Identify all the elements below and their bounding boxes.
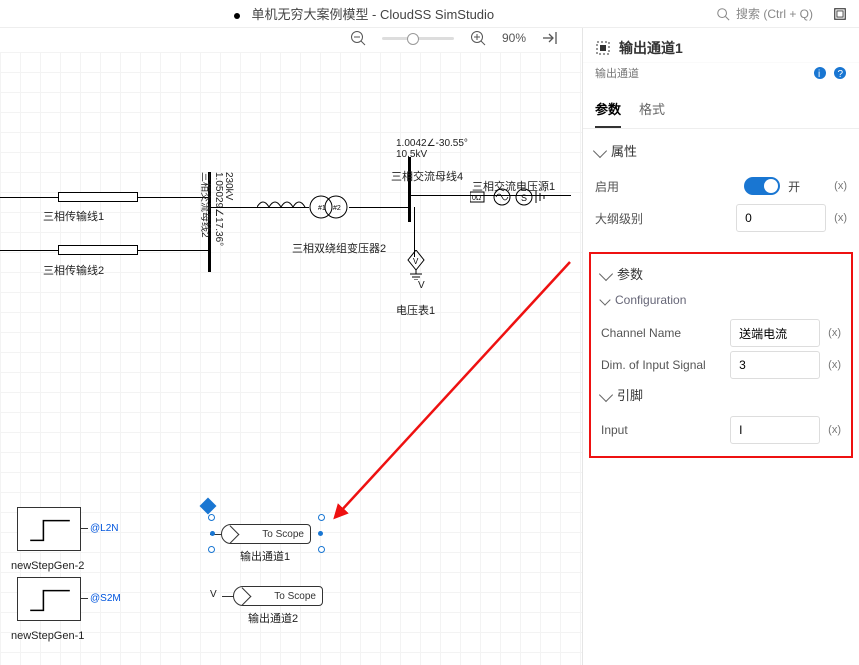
search-placeholder: 搜索 (Ctrl + Q) [736, 5, 813, 22]
label-bus2: 三相交流母线2 [199, 172, 214, 238]
label-bus4-voltage: 10.5kV [396, 149, 427, 160]
component-vsource[interactable]: 0Ω S [470, 188, 550, 206]
help-icon[interactable]: ? [833, 66, 847, 80]
close-dim-icon[interactable]: (x) [828, 359, 841, 371]
zoom-slider[interactable] [382, 37, 454, 40]
svg-text:#2: #2 [333, 205, 341, 212]
label-stepgen2: newStepGen-1 [11, 630, 84, 642]
port-output-channel-2: V [210, 589, 217, 600]
toggle-enable[interactable] [744, 177, 780, 195]
panel-title: 输出通道1 [619, 38, 683, 58]
chevron-down-icon [599, 294, 610, 305]
component-output-channel-1[interactable]: To Scope [221, 524, 311, 544]
section-pins[interactable]: 引脚 [601, 385, 841, 404]
highlighted-params-box: 参数 Configuration Channel Name (x) Dim. o… [589, 252, 853, 458]
section-configuration[interactable]: Configuration [601, 293, 841, 307]
inductor-icon [257, 200, 307, 214]
input-channel-name[interactable] [730, 319, 820, 347]
component-tline1[interactable] [58, 192, 138, 202]
rotate-handle-icon[interactable] [200, 498, 217, 515]
close-channel-name-icon[interactable]: (x) [828, 327, 841, 339]
output-channel-icon [595, 40, 611, 56]
search-input[interactable]: 搜索 (Ctrl + Q) [716, 5, 847, 22]
port-stepgen2[interactable]: @S2M [90, 593, 121, 604]
component-output-channel-2[interactable]: To Scope [233, 586, 323, 606]
svg-text:i: i [818, 69, 820, 80]
chevron-down-icon [599, 266, 613, 280]
properties-panel: 输出通道1 输出通道 i ? 参数 格式 属性 启用 开 (x) 大纲级别 (x… [582, 28, 859, 665]
label-stepgen1: newStepGen-2 [11, 560, 84, 572]
input-pin[interactable] [730, 416, 820, 444]
chevron-down-icon [599, 387, 613, 401]
port-stepgen1[interactable]: @L2N [90, 523, 119, 534]
close-outline-icon[interactable]: (x) [834, 212, 847, 224]
search-icon [716, 7, 730, 21]
component-stepgen2[interactable] [17, 577, 81, 621]
label-bus4: 三相交流母线4 [391, 168, 463, 184]
fullscreen-icon[interactable] [833, 7, 847, 21]
panel-subtitle: 输出通道 [595, 65, 639, 81]
svg-text:S: S [521, 193, 527, 203]
dirty-dot-icon [234, 13, 240, 19]
panel-tabs: 参数 格式 [583, 89, 859, 129]
close-enable-icon[interactable]: (x) [834, 180, 847, 192]
enable-state: 开 [788, 178, 800, 195]
section-params[interactable]: 参数 [601, 264, 841, 283]
label-channel-name: Channel Name [601, 326, 722, 340]
label-bus4-angle: 1.0042∠-30.55° [396, 138, 468, 149]
label-pin-input: Input [601, 423, 722, 437]
input-outline-level[interactable] [736, 204, 826, 232]
input-dim[interactable] [730, 351, 820, 379]
svg-text:0Ω: 0Ω [472, 195, 481, 202]
tab-format[interactable]: 格式 [639, 89, 665, 128]
label-tline1: 三相传输线1 [43, 208, 104, 224]
svg-text:#1: #1 [318, 205, 326, 212]
label-dim-input: Dim. of Input Signal [601, 358, 722, 372]
label-outline-level: 大纲级别 [595, 210, 728, 227]
component-stepgen1[interactable] [17, 507, 81, 551]
label-output-channel-2: 输出通道2 [248, 610, 298, 626]
fit-icon[interactable] [542, 30, 558, 46]
component-transformer[interactable]: #1 #2 [309, 192, 349, 222]
label-tline2: 三相传输线2 [43, 262, 104, 278]
section-attributes[interactable]: 属性 [595, 141, 847, 160]
info-icon[interactable]: i [813, 66, 827, 80]
close-pin-icon[interactable]: (x) [828, 424, 841, 436]
zoom-out-icon[interactable] [350, 30, 366, 46]
chevron-down-icon [593, 143, 607, 157]
document-title: 单机无穷大案例模型 - CloudSS SimStudio [251, 7, 494, 22]
annotation-arrow-icon [330, 252, 580, 532]
component-bus4[interactable] [408, 157, 411, 222]
component-tline2[interactable] [58, 245, 138, 255]
label-enable: 启用 [595, 178, 736, 195]
zoom-in-icon[interactable] [470, 30, 486, 46]
label-output-channel-1: 输出通道1 [240, 548, 290, 564]
schematic-canvas[interactable]: 三相传输线1 三相传输线2 三相交流母线2 1.05029∠17.36° 230… [0, 52, 582, 665]
svg-text:?: ? [838, 69, 844, 80]
label-bus2-voltage: 230kV [223, 172, 234, 200]
zoom-level: 90% [502, 31, 526, 45]
tab-params[interactable]: 参数 [595, 89, 621, 128]
